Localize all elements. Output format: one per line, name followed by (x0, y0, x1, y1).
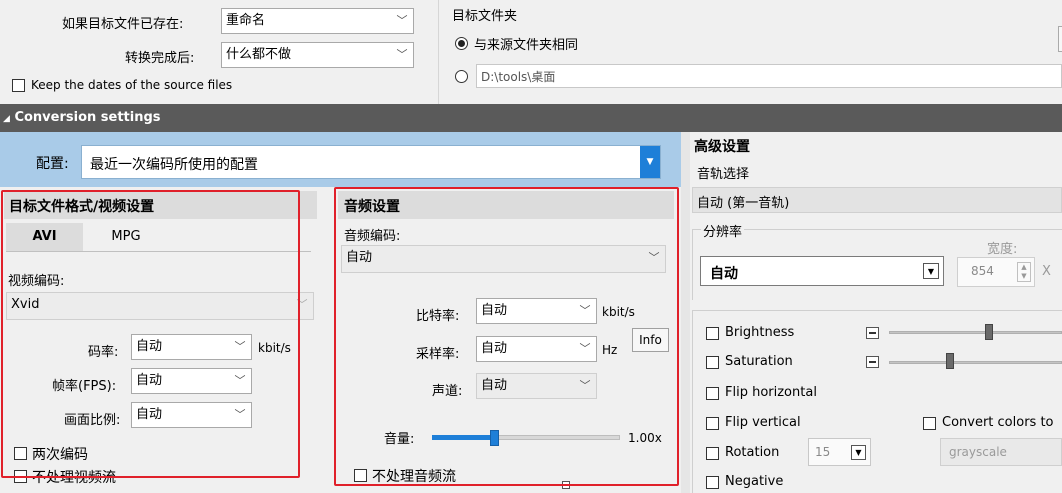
resolution-dropdown-button[interactable]: ▼ (923, 263, 939, 279)
caret-down-icon: ▼ (927, 267, 935, 276)
conversion-settings-title: Conversion settings (14, 110, 161, 125)
folder-path-input[interactable]: D:\tools\桌面 (476, 64, 1062, 88)
same-as-source-radio[interactable] (455, 37, 468, 50)
convert-colors-checkbox[interactable] (923, 417, 936, 430)
profile-label: 配置: (36, 156, 69, 172)
width-spinner[interactable]: 854 ▲ ▼ (957, 257, 1035, 287)
after-conversion-value: 什么都不做 (226, 47, 292, 62)
target-folder-title: 目标文件夹 (452, 9, 518, 24)
saturation-track (889, 361, 1062, 364)
folder-path-value: D:\tools\桌面 (481, 70, 556, 84)
profile-dropdown-button[interactable]: ▼ (640, 146, 660, 178)
custom-folder-radio[interactable] (455, 70, 468, 83)
brightness-label: Brightness (725, 325, 795, 340)
after-conversion-label: 转换完成后: (125, 51, 195, 66)
chevron-down-icon: ﹀ (396, 48, 408, 61)
brightness-checkbox[interactable] (706, 327, 719, 340)
resolution-label: 分辨率 (701, 221, 745, 240)
rotation-dropdown-button[interactable]: ▼ (851, 445, 866, 460)
keep-dates-label: Keep the dates of the source files (31, 78, 233, 92)
if-exists-label: 如果目标文件已存在: (62, 17, 184, 32)
if-exists-select[interactable]: 重命名 ﹀ (221, 8, 414, 34)
width-value: 854 (971, 264, 994, 278)
chevron-down-icon: ﹀ (396, 14, 408, 27)
profile-select[interactable]: 最近一次编码所使用的配置 ▼ (81, 145, 661, 179)
flip-vertical-label: Flip vertical (725, 415, 801, 430)
audio-track-value: 自动 (第一音轨) (697, 196, 790, 211)
flip-horizontal-checkbox[interactable] (706, 387, 719, 400)
if-exists-value: 重命名 (226, 13, 266, 28)
caret-down-icon: ▼ (855, 448, 862, 457)
keep-dates-checkbox[interactable] (12, 79, 25, 92)
brightness-decrease-button[interactable] (866, 327, 879, 339)
color-mode-value: grayscale (949, 445, 1007, 459)
resolution-value: 自动 (710, 266, 738, 282)
rotation-checkbox[interactable] (706, 447, 719, 460)
flip-vertical-checkbox[interactable] (706, 417, 719, 430)
conversion-settings-header[interactable]: ◢ Conversion settings (0, 104, 1062, 132)
flip-horizontal-label: Flip horizontal (725, 385, 817, 400)
advanced-settings-title: 高级设置 (694, 139, 750, 155)
saturation-thumb[interactable] (946, 353, 954, 369)
advanced-divider (681, 132, 690, 493)
brightness-track (889, 331, 1062, 334)
caret-down-icon: ▼ (646, 157, 654, 167)
collapse-triangle-icon: ◢ (3, 114, 10, 124)
same-as-source-label: 与来源文件夹相同 (474, 38, 579, 53)
saturation-decrease-button[interactable] (866, 356, 879, 368)
resolution-x-symbol: X (1042, 264, 1051, 279)
width-spin-buttons[interactable]: ▲ ▼ (1017, 262, 1031, 282)
convert-colors-label: Convert colors to (942, 415, 1054, 430)
negative-label: Negative (725, 474, 784, 489)
audio-track-label: 音轨选择 (697, 167, 750, 182)
video-highlight-box (1, 190, 300, 478)
profile-value: 最近一次编码所使用的配置 (90, 157, 258, 173)
color-mode-select[interactable]: grayscale (940, 438, 1062, 466)
negative-checkbox[interactable] (706, 476, 719, 489)
rotation-label: Rotation (725, 445, 780, 460)
saturation-label: Saturation (725, 354, 793, 369)
after-conversion-select[interactable]: 什么都不做 ﹀ (221, 42, 414, 68)
resolution-select[interactable]: 自动 ▼ (700, 256, 944, 286)
rotation-value: 15 (815, 445, 831, 459)
audio-track-select[interactable]: 自动 (第一音轨) (692, 187, 1062, 213)
rotation-select[interactable]: 15 ▼ (808, 438, 871, 466)
saturation-checkbox[interactable] (706, 356, 719, 369)
width-label: 宽度: (987, 242, 1018, 257)
panel-divider (438, 0, 439, 104)
audio-highlight-box (334, 187, 679, 486)
brightness-thumb[interactable] (985, 324, 993, 340)
browse-button-edge[interactable] (1058, 26, 1062, 52)
